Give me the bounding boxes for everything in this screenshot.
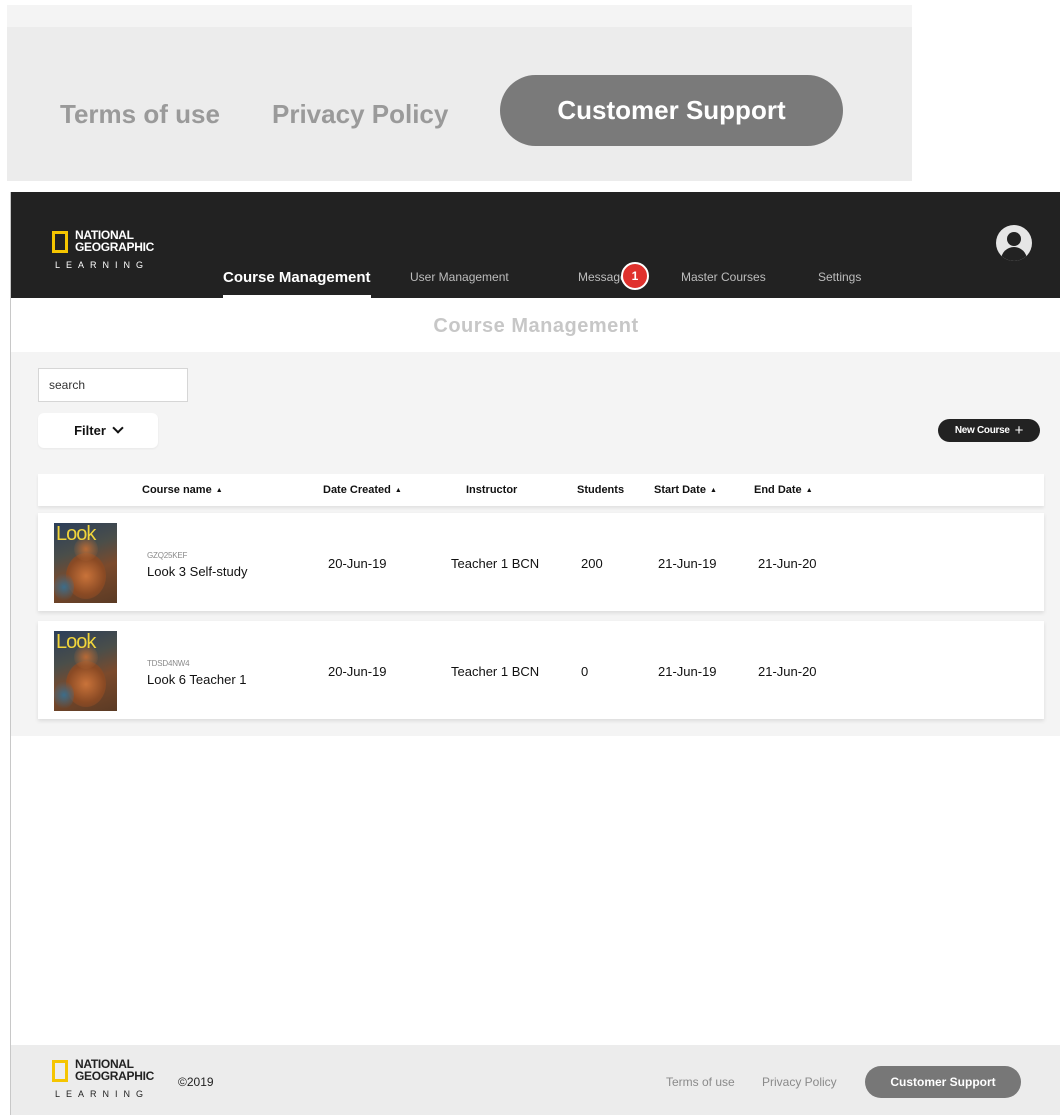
course-code: GZQ25KEF bbox=[147, 551, 188, 560]
sort-arrow-icon: ▲ bbox=[805, 487, 813, 494]
start-date: 21-Jun-19 bbox=[658, 556, 717, 571]
course-name[interactable]: Look 6 Teacher 1 bbox=[147, 672, 247, 687]
privacy-policy-link[interactable]: Privacy Policy bbox=[762, 1075, 837, 1089]
plus-icon: + bbox=[1014, 421, 1024, 439]
course-cover-image: Look bbox=[54, 523, 117, 603]
search-input[interactable] bbox=[38, 368, 188, 402]
course-list-panel: Filter New Course + Course name▲ Date Cr… bbox=[11, 352, 1060, 736]
messages-count-badge: 1 bbox=[621, 262, 649, 290]
table-header: Course name ▲ Date Created ▲ Instructor St… bbox=[38, 474, 1044, 506]
students-count: 200 bbox=[581, 556, 603, 571]
instructor: Teacher 1 BCN bbox=[451, 556, 540, 571]
column-header-instructor: Instructor bbox=[466, 484, 518, 496]
end-date: 21-Jun-20 bbox=[758, 556, 817, 571]
logo-text-line2: GEOGRAPHIC bbox=[75, 240, 155, 254]
zoom-customer-support-button[interactable]: Customer Support bbox=[500, 75, 843, 146]
table-row[interactable]: Look TDSD4NW4 Look 6 Teacher 1 20-Jun-19… bbox=[38, 621, 1044, 719]
sort-arrow-icon: ▲ bbox=[394, 487, 402, 494]
nav-tab-settings[interactable]: Settings bbox=[818, 270, 861, 284]
column-header-course-name[interactable]: Course name ▲ bbox=[142, 484, 223, 496]
app-window: NATIONAL GEOGRAPHIC LEARNING Course Mana… bbox=[10, 192, 1060, 1115]
user-avatar-icon[interactable] bbox=[996, 225, 1032, 261]
nav-tab-master-courses[interactable]: Master Courses bbox=[681, 270, 766, 284]
filter-dropdown-button[interactable]: Filter bbox=[38, 413, 158, 448]
students-count: 0 bbox=[581, 664, 589, 679]
top-nav-bar: NATIONAL GEOGRAPHIC LEARNING Course Mana… bbox=[11, 192, 1060, 298]
sort-arrow-icon: ▲ bbox=[215, 487, 223, 494]
logo-text-learning: LEARNING bbox=[55, 1089, 150, 1099]
page-title: Course Management bbox=[433, 315, 639, 337]
course-code: TDSD4NW4 bbox=[147, 659, 190, 668]
filter-label: Filter bbox=[74, 423, 106, 438]
end-date: 21-Jun-20 bbox=[758, 664, 817, 679]
copyright-text: ©2019 bbox=[178, 1075, 214, 1089]
zoom-privacy-link[interactable]: Privacy Policy bbox=[272, 99, 448, 130]
terms-of-use-link[interactable]: Terms of use bbox=[666, 1075, 735, 1089]
yellow-frame-icon bbox=[52, 1060, 68, 1082]
date-created: 20-Jun-19 bbox=[328, 664, 387, 679]
zoomed-footer-links: Terms of use Privacy Policy Customer Sup… bbox=[7, 5, 912, 181]
new-course-button[interactable]: New Course + bbox=[938, 419, 1040, 442]
chevron-down-icon bbox=[112, 422, 124, 434]
nav-tab-course-management[interactable]: Course Management bbox=[223, 269, 371, 298]
zoom-terms-link[interactable]: Terms of use bbox=[60, 99, 220, 130]
date-created: 20-Jun-19 bbox=[328, 556, 387, 571]
new-course-label: New Course bbox=[954, 425, 1010, 436]
logo-text-learning: LEARNING bbox=[55, 260, 150, 270]
column-header-students: Students bbox=[577, 484, 625, 496]
yellow-frame-icon bbox=[52, 231, 68, 253]
footer-brand-logo[interactable]: NATIONAL GEOGRAPHIC LEARNING bbox=[52, 1058, 155, 1099]
start-date: 21-Jun-19 bbox=[658, 664, 717, 679]
course-name[interactable]: Look 3 Self-study bbox=[147, 564, 247, 579]
instructor: Teacher 1 BCN bbox=[451, 664, 540, 679]
sort-arrow-icon: ▲ bbox=[709, 487, 717, 494]
cover-title: Look bbox=[56, 631, 96, 653]
column-header-start-date[interactable]: Start Date ▲ bbox=[654, 484, 717, 496]
customer-support-button[interactable]: Customer Support bbox=[865, 1066, 1021, 1098]
logo-text-line2: GEOGRAPHIC bbox=[75, 1069, 155, 1083]
cover-title: Look bbox=[56, 523, 96, 545]
column-header-date-created[interactable]: Date Created ▲ bbox=[323, 484, 402, 496]
course-cover-image: Look bbox=[54, 631, 117, 711]
page-footer: NATIONAL GEOGRAPHIC LEARNING ©2019 Terms… bbox=[11, 1045, 1060, 1115]
brand-logo[interactable]: NATIONAL GEOGRAPHIC LEARNING bbox=[52, 229, 155, 270]
table-row[interactable]: Look GZQ25KEF Look 3 Self-study 20-Jun-1… bbox=[38, 513, 1044, 611]
nav-tab-user-management[interactable]: User Management bbox=[410, 270, 509, 284]
column-header-end-date[interactable]: End Date ▲ bbox=[754, 484, 813, 496]
